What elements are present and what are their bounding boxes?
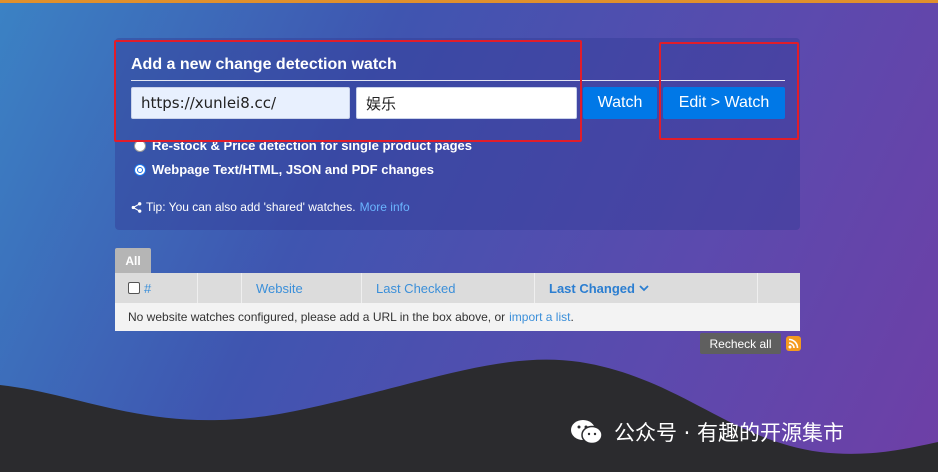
column-blank: [198, 273, 242, 303]
tab-all[interactable]: All: [115, 248, 151, 273]
processor-option-label: Webpage Text/HTML, JSON and PDF changes: [152, 162, 434, 177]
watch-table-header: # Website Last Checked Last Changed: [115, 273, 800, 303]
shared-watch-tip: Tip: You can also add 'shared' watches. …: [131, 200, 410, 214]
wechat-watermark: 公众号 · 有趣的开源集市: [570, 417, 844, 447]
processor-option-text-json[interactable]: Webpage Text/HTML, JSON and PDF changes: [134, 162, 434, 177]
select-all-checkbox[interactable]: [128, 282, 140, 294]
column-number[interactable]: #: [144, 281, 151, 296]
rss-icon[interactable]: [786, 336, 801, 351]
empty-message: No website watches configured, please ad…: [128, 310, 506, 324]
watermark-text: 公众号 · 有趣的开源集市: [614, 421, 845, 445]
chevron-down-icon: [639, 285, 649, 292]
recheck-all-button[interactable]: Recheck all: [700, 333, 781, 354]
column-website[interactable]: Website: [242, 273, 362, 303]
column-actions: [758, 273, 800, 303]
column-last-changed-label: Last Changed: [549, 280, 635, 296]
watch-button[interactable]: Watch: [583, 87, 657, 119]
tip-text: Tip: You can also add 'shared' watches.: [146, 200, 356, 214]
radio-text-json[interactable]: [134, 163, 146, 176]
wave-decoration: [0, 359, 938, 472]
rss-glyph: [788, 338, 799, 349]
import-list-link[interactable]: import a list: [509, 310, 570, 324]
empty-suffix: .: [570, 310, 574, 324]
highlight-box-edit-watch: [659, 42, 799, 140]
empty-table-row: No website watches configured, please ad…: [115, 303, 800, 331]
share-icon: [131, 201, 142, 213]
column-select: #: [115, 273, 198, 303]
top-accent-strip: [0, 0, 938, 3]
column-last-changed[interactable]: Last Changed: [535, 273, 758, 303]
wechat-icon: [571, 420, 603, 445]
highlight-box-add-watch: [114, 40, 582, 142]
more-info-link[interactable]: More info: [360, 200, 410, 214]
column-last-checked[interactable]: Last Checked: [362, 273, 535, 303]
